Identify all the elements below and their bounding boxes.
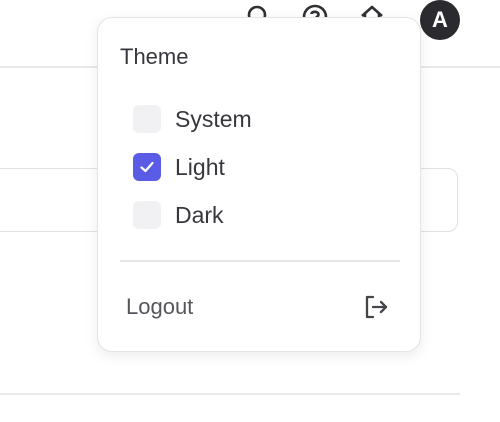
logout-icon [362,293,390,321]
theme-popover: Theme System Light Dark Logout [97,17,421,352]
popover-title: Theme [120,44,189,69]
theme-option-dark[interactable]: Dark [133,200,224,230]
theme-option-system[interactable]: System [133,104,252,134]
app-page: A Theme System Light Dark Logout [0,0,500,422]
menu-divider [120,260,400,262]
logout-label: Logout [126,294,194,319]
theme-option-light[interactable]: Light [133,152,225,182]
avatar[interactable]: A [420,0,460,40]
checkbox-light[interactable] [133,153,161,181]
checkmark-icon [140,161,154,173]
checkbox-dark[interactable] [133,201,161,229]
option-label-system: System [175,106,252,132]
content-divider [0,393,460,395]
checkbox-system[interactable] [133,105,161,133]
option-label-dark: Dark [175,202,224,228]
logout-button[interactable]: Logout [120,290,390,324]
option-label-light: Light [175,154,225,180]
avatar-initial: A [432,7,448,32]
